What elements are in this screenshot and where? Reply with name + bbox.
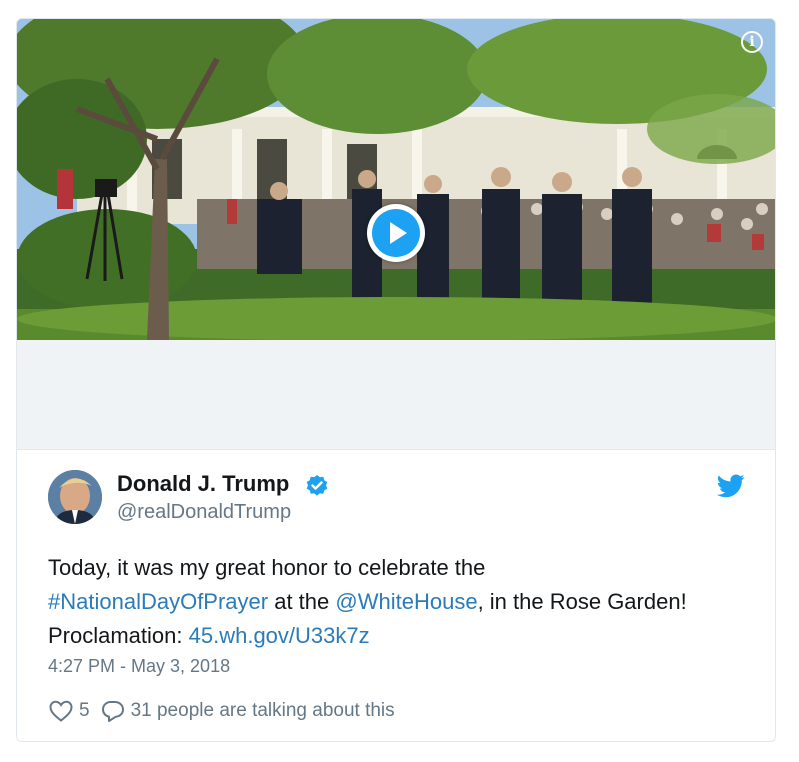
info-icon[interactable]: i	[741, 31, 763, 53]
rose-garden-photo	[17, 19, 775, 340]
play-icon	[372, 209, 420, 257]
video-thumbnail[interactable]: i	[17, 19, 775, 340]
reply-bubble-icon[interactable]	[100, 699, 126, 723]
tweet-embed-card[interactable]: i Donald J. Trump @realDonaldTrump Today…	[16, 18, 776, 742]
tweet-text-part: at the	[268, 589, 336, 614]
avatar[interactable]	[48, 470, 102, 524]
like-count: 5	[79, 700, 90, 721]
mention-link[interactable]: @WhiteHouse	[335, 589, 477, 614]
tweet-text: Today, it was my great honor to celebrat…	[48, 551, 758, 653]
tweet-text-part: Proclamation:	[48, 623, 189, 648]
divider	[17, 449, 775, 450]
media-padding	[17, 340, 775, 449]
author-name[interactable]: Donald J. Trump	[117, 471, 289, 497]
hashtag-link[interactable]: #NationalDayOfPrayer	[48, 589, 268, 614]
tweet-actions: 5 31 people are talking about this	[48, 697, 405, 725]
url-link[interactable]: 45.wh.gov/U33k7z	[189, 623, 370, 648]
play-button[interactable]	[367, 204, 425, 262]
talking-count[interactable]: 31 people are talking about this	[131, 700, 395, 722]
tweet-text-part: Today, it was my great honor to celebrat…	[48, 555, 486, 580]
author-handle[interactable]: @realDonaldTrump	[117, 501, 291, 524]
heart-icon[interactable]	[48, 699, 74, 723]
tweet-text-part: , in the Rose Garden!	[477, 589, 687, 614]
twitter-bird-icon[interactable]	[717, 474, 745, 498]
tweet-timestamp[interactable]: 4:27 PM - May 3, 2018	[48, 656, 230, 677]
verified-badge-icon	[306, 475, 328, 496]
